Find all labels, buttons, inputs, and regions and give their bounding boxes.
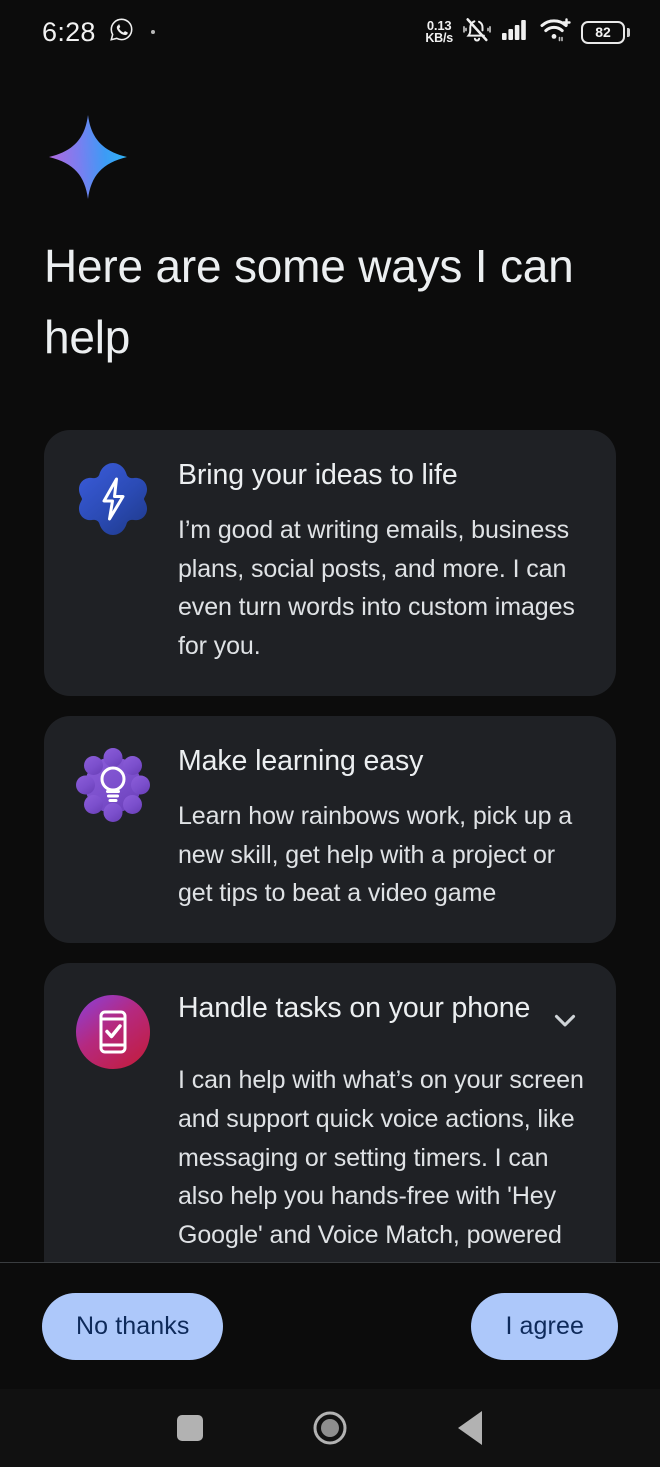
status-bar: 6:28 0.13 KB/s 82 bbox=[0, 0, 660, 64]
capability-card-learning[interactable]: Make learning easy Learn how rainbows wo… bbox=[44, 715, 616, 944]
capability-card-list: Bring your ideas to life I’m good at wri… bbox=[44, 429, 616, 1263]
lightbulb-icon bbox=[74, 744, 152, 913]
card-description: I’m good at writing emails, business pla… bbox=[178, 515, 575, 661]
action-bar: No thanks I agree bbox=[0, 1263, 660, 1389]
cellular-signal-icon bbox=[501, 17, 531, 47]
whatsapp-icon bbox=[109, 17, 134, 47]
capability-card-phone-tasks[interactable]: Handle tasks on your phone I can help wi… bbox=[44, 963, 616, 1263]
chevron-down-icon[interactable] bbox=[548, 1003, 582, 1042]
notification-dot-icon bbox=[150, 30, 155, 34]
battery-indicator: 82 bbox=[581, 20, 630, 44]
status-bar-right: 0.13 KB/s 82 bbox=[425, 15, 630, 50]
system-navigation-bar bbox=[0, 1389, 660, 1467]
card-title: Bring your ideas to life bbox=[178, 458, 458, 491]
app-screen: 6:28 0.13 KB/s 82 Here are some ways I c… bbox=[0, 0, 660, 1467]
status-clock: 6:28 bbox=[42, 16, 96, 47]
card-title: Handle tasks on your phone bbox=[178, 992, 531, 1025]
no-thanks-button[interactable]: No thanks bbox=[42, 1292, 224, 1360]
card-header: Handle tasks on your phone bbox=[178, 991, 586, 1042]
square-recents-icon[interactable] bbox=[160, 1398, 220, 1458]
card-body: Handle tasks on your phone I can help wi… bbox=[178, 991, 586, 1263]
status-bar-left: 6:28 bbox=[42, 17, 155, 48]
circle-home-icon[interactable] bbox=[300, 1398, 360, 1458]
network-speed-indicator: 0.13 KB/s bbox=[425, 19, 453, 45]
battery-level: 82 bbox=[581, 20, 625, 44]
lightning-bolt-icon bbox=[74, 458, 152, 666]
capability-card-ideas[interactable]: Bring your ideas to life I’m good at wri… bbox=[44, 429, 616, 696]
scroll-divider bbox=[0, 1262, 660, 1263]
wifi-plus-icon bbox=[540, 17, 572, 48]
phone-check-icon bbox=[74, 991, 152, 1263]
triangle-back-icon[interactable] bbox=[440, 1398, 500, 1458]
network-speed-unit: KB/s bbox=[425, 31, 453, 46]
back-triangle-shape bbox=[458, 1411, 482, 1445]
page-title: Here are some ways I can help bbox=[44, 240, 574, 364]
card-body: Make learning easy Learn how rainbows wo… bbox=[178, 744, 586, 913]
card-description: I can help with what’s on your screen an… bbox=[178, 1066, 584, 1263]
card-header: Make learning easy bbox=[178, 744, 586, 778]
card-body: Bring your ideas to life I’m good at wri… bbox=[178, 458, 586, 666]
bell-muted-icon bbox=[462, 15, 492, 50]
recents-square-shape bbox=[177, 1415, 203, 1441]
battery-cap-icon bbox=[627, 27, 630, 37]
gemini-sparkle-icon bbox=[47, 114, 616, 205]
card-title: Make learning easy bbox=[178, 744, 424, 777]
card-header: Bring your ideas to life bbox=[178, 458, 586, 492]
scroll-content[interactable]: Here are some ways I can help Bring your… bbox=[0, 64, 660, 1263]
card-description: Learn how rainbows work, pick up a new s… bbox=[178, 801, 573, 908]
i-agree-button[interactable]: I agree bbox=[471, 1292, 618, 1360]
